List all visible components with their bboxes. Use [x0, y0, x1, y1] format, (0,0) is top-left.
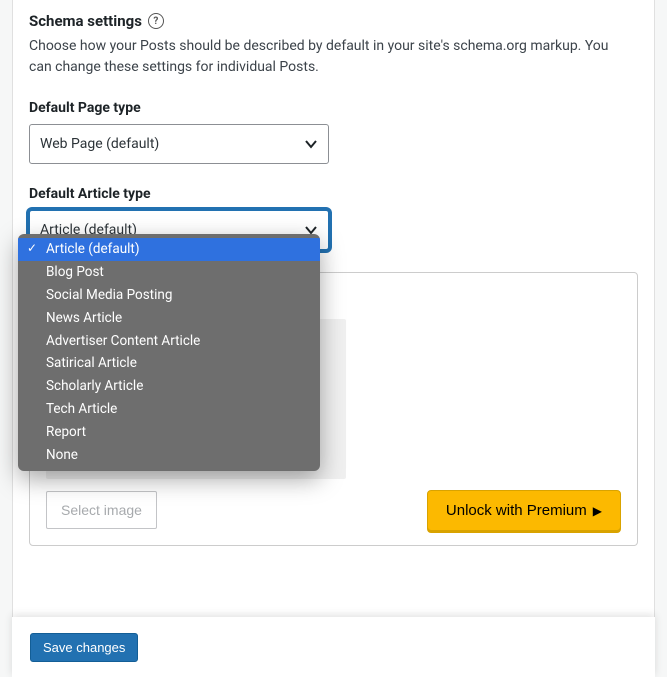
- article-type-option[interactable]: Satirical Article: [18, 352, 320, 375]
- page-type-value: Web Page (default): [40, 136, 159, 152]
- schema-settings-heading: Schema settings ?: [29, 12, 638, 30]
- unlock-premium-button[interactable]: Unlock with Premium ▶: [427, 490, 621, 531]
- caret-right-icon: ▶: [593, 504, 602, 518]
- page-type-select[interactable]: Web Page (default): [29, 124, 329, 164]
- section-description: Choose how your Posts should be describe…: [29, 36, 629, 78]
- page-type-label: Default Page type: [29, 100, 638, 116]
- article-type-option[interactable]: Tech Article: [18, 398, 320, 421]
- article-type-option[interactable]: Blog Post: [18, 261, 320, 284]
- select-image-button[interactable]: Select image: [46, 491, 157, 529]
- article-type-label: Default Article type: [29, 186, 638, 202]
- article-type-option[interactable]: Advertiser Content Article: [18, 330, 320, 353]
- article-type-option[interactable]: None: [18, 444, 320, 467]
- article-type-option[interactable]: News Article: [18, 307, 320, 330]
- article-type-option[interactable]: Report: [18, 421, 320, 444]
- help-icon[interactable]: ?: [148, 13, 164, 29]
- article-type-option[interactable]: Article (default): [18, 238, 320, 261]
- section-title-text: Schema settings: [29, 12, 142, 30]
- unlock-label: Unlock with Premium: [446, 502, 587, 519]
- save-changes-button[interactable]: Save changes: [30, 633, 138, 662]
- article-type-option[interactable]: Social Media Posting: [18, 284, 320, 307]
- footer-bar: Save changes: [12, 617, 655, 677]
- article-type-option[interactable]: Scholarly Article: [18, 375, 320, 398]
- article-type-dropdown[interactable]: Article (default)Blog PostSocial Media P…: [18, 234, 320, 471]
